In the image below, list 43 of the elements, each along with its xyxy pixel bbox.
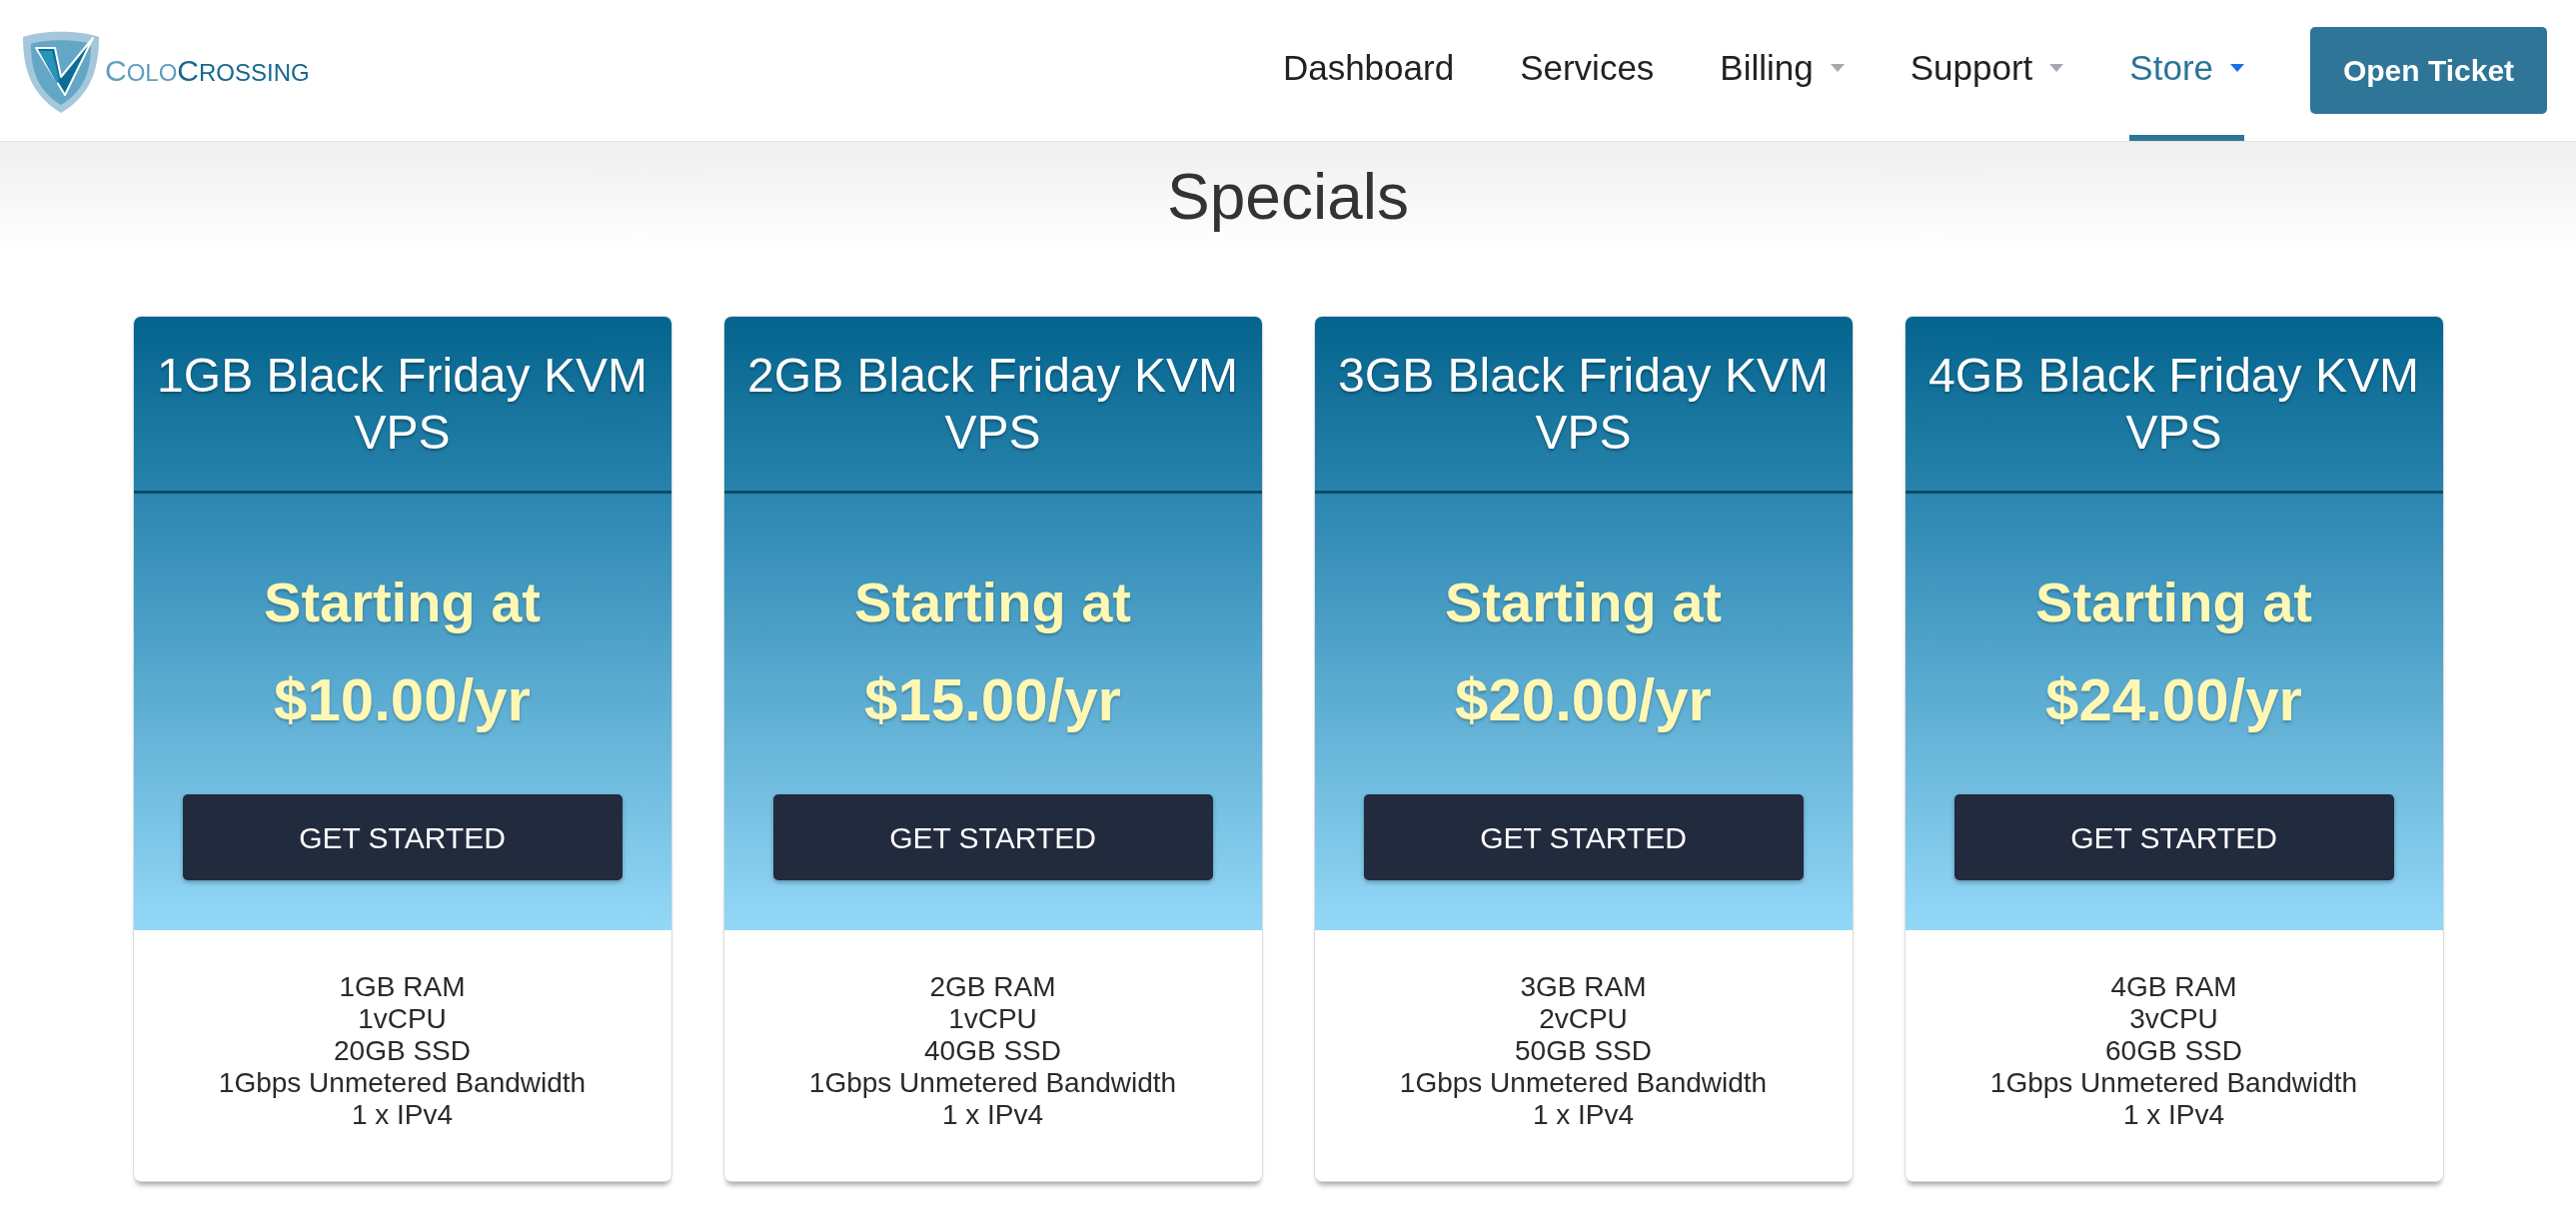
spec-text: 1vCPU [358,1003,447,1035]
spec-text: 3GB RAM [1520,971,1647,1003]
price-text: $15.00/yr [864,665,1121,735]
spec-text: 2vCPU [1539,1003,1628,1035]
section-title: Specials [1167,160,1409,235]
spec-text: 40GB SSD [924,1035,1061,1067]
get-started-button[interactable]: GET STARTED [1953,794,2394,880]
spec-text: 1GB RAM [339,971,466,1003]
spec-text: 50GB SSD [1515,1035,1652,1067]
spec-text: 2GB RAM [929,971,1056,1003]
spec-text: 60GB SSD [2105,1035,2242,1067]
nav-link[interactable]: Services [1520,42,1655,141]
get-started-button[interactable]: GET STARTED [772,794,1213,880]
nav-link[interactable]: Support [1910,42,2064,141]
spec-text: 1 x IPv4 [351,1099,454,1131]
open-ticket-button[interactable]: Open Ticket [2310,27,2547,114]
product-title: 3GB Black Friday KVM VPS [1337,348,1830,461]
spec-text: 1 x IPv4 [2122,1099,2225,1131]
spec-text: 1 x IPv4 [1532,1099,1635,1131]
product-title: 4GB Black Friday KVM VPS [1928,348,2420,461]
spec-text: 1 x IPv4 [941,1099,1044,1131]
spec-text: 4GB RAM [2110,971,2237,1003]
get-started-button[interactable]: GET STARTED [182,794,623,880]
price-text: $10.00/yr [274,665,531,735]
spec-text: 1Gbps Unmetered Bandwidth [808,1067,1177,1099]
spec-text: 20GB SSD [334,1035,471,1067]
nav-link[interactable]: Billing [1720,42,1845,141]
tagline-text: Starting at [1445,570,1722,635]
get-started-button[interactable]: GET STARTED [1363,794,1804,880]
logo-text: COLOCROSSING [105,53,310,89]
product-title: 2GB Black Friday KVM VPS [746,348,1239,461]
spec-text: 1Gbps Unmetered Bandwidth [1989,1067,2358,1099]
tagline-text: Starting at [264,570,541,635]
spec-text: 1vCPU [948,1003,1037,1035]
tagline-text: Starting at [2035,570,2312,635]
spec-text: 1Gbps Unmetered Bandwidth [1399,1067,1768,1099]
spec-text: 3vCPU [2129,1003,2218,1035]
price-text: $20.00/yr [1455,665,1712,735]
tagline-text: Starting at [854,570,1131,635]
nav-link[interactable]: Dashboard [1282,42,1455,141]
product-title: 1GB Black Friday KVM VPS [156,348,648,461]
spec-text: 1Gbps Unmetered Bandwidth [218,1067,587,1099]
price-text: $24.00/yr [2045,665,2302,735]
